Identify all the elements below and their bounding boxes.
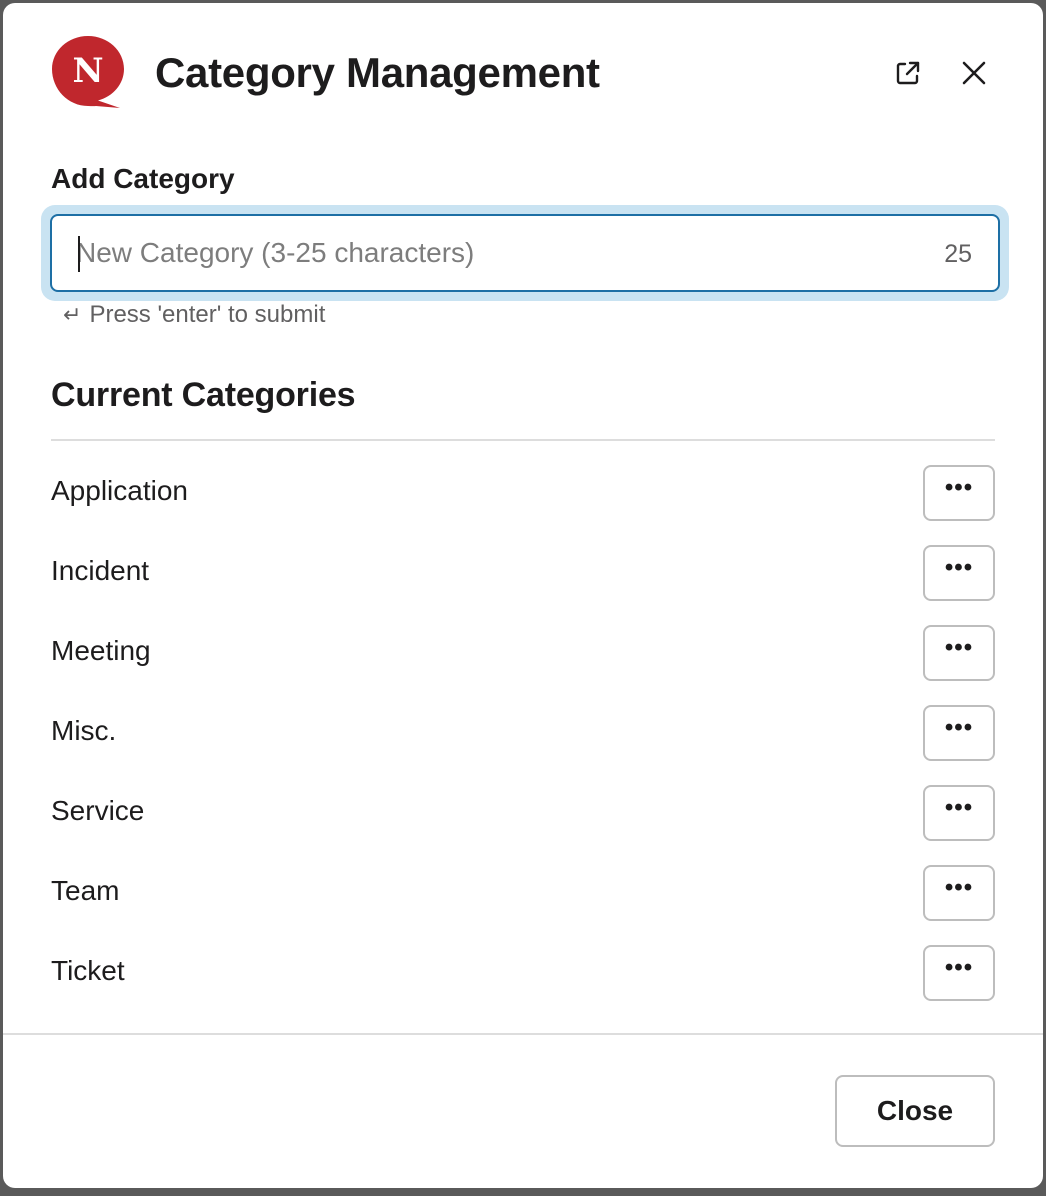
category-management-modal: N Category Management Add Category 25 ↵ … [3,3,1043,1188]
category-name: Ticket [51,955,125,986]
close-icon [962,61,986,85]
enter-key-icon: ↵ [63,302,82,327]
modal-title: Category Management [155,49,600,96]
more-options-icon: ••• [944,554,974,581]
close-modal-button[interactable] [952,51,996,95]
category-row: Misc. ••• [51,695,995,775]
more-options-icon: ••• [944,794,974,821]
modal-header: N Category Management [3,3,1043,143]
category-more-button[interactable]: ••• [923,545,995,601]
logo-letter: N [72,51,103,91]
category-more-button[interactable]: ••• [923,785,995,841]
category-name: Team [51,875,120,906]
category-row: Team ••• [51,855,995,935]
footer-divider [3,1033,1043,1035]
category-name: Misc. [51,715,117,746]
category-row: Service ••• [51,775,995,855]
more-options-icon: ••• [944,634,974,661]
category-more-button[interactable]: ••• [923,865,995,921]
text-caret [78,236,80,272]
category-more-button[interactable]: ••• [923,945,995,1001]
new-category-input[interactable] [76,216,896,290]
input-focus-ring: 25 [41,205,1009,301]
more-options-icon: ••• [944,714,974,741]
category-name: Service [51,795,145,826]
category-more-button[interactable]: ••• [923,705,995,761]
category-row: Incident ••• [51,535,995,615]
submit-hint: ↵ Press 'enter' to submit [63,299,325,331]
more-options-icon: ••• [944,874,974,901]
category-row: Application ••• [51,455,995,535]
popout-button[interactable] [886,51,930,95]
more-options-icon: ••• [944,474,974,501]
char-counter: 25 [944,240,972,268]
category-list: Application ••• Incident ••• Meeting •••… [51,455,995,1015]
category-more-button[interactable]: ••• [923,625,995,681]
category-name: Application [51,475,188,506]
category-name: Incident [51,555,150,586]
section-divider [51,439,995,441]
app-logo-icon: N [52,36,124,108]
current-categories-title: Current Categories [51,376,356,414]
category-input-box[interactable]: 25 [50,214,1000,292]
external-link-icon [896,61,920,85]
category-more-button[interactable]: ••• [923,465,995,521]
more-options-icon: ••• [944,954,974,981]
close-button[interactable]: Close [835,1075,995,1147]
add-category-label: Add Category [51,163,235,194]
submit-hint-text: Press 'enter' to submit [89,301,326,328]
category-row: Meeting ••• [51,615,995,695]
category-row: Ticket ••• [51,935,995,1015]
category-name: Meeting [51,635,151,666]
